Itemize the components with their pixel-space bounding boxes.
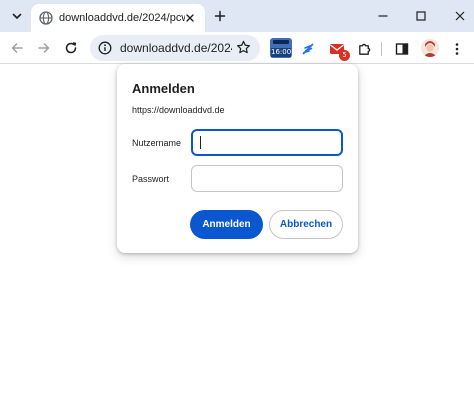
arrow-left-icon — [11, 43, 23, 53]
dialog-origin: https://downloaddvd.de — [132, 105, 225, 115]
active-tab[interactable]: downloaddvd.de/2024/pcwelt_d — [31, 4, 205, 32]
plus-icon — [214, 10, 226, 22]
clock-extension-cap — [273, 40, 289, 44]
side-panel-icon — [395, 43, 409, 55]
tab-close-button[interactable] — [183, 11, 197, 25]
profile-avatar[interactable] — [421, 39, 439, 57]
address-bar[interactable]: downloaddvd.de/2024/pcwelt... — [90, 35, 260, 61]
reload-button[interactable] — [61, 38, 81, 58]
back-button[interactable] — [7, 38, 27, 58]
password-input[interactable] — [191, 165, 343, 192]
more-vertical-icon — [455, 43, 459, 55]
browser-toolbar: downloaddvd.de/2024/pcwelt... 16:00 5 — [0, 32, 474, 64]
mail-badge: 5 — [339, 50, 350, 61]
menu-button[interactable] — [447, 39, 467, 59]
clock-extension-time: 16:00 — [271, 48, 292, 57]
toolbar-separator — [381, 42, 382, 56]
text-caret — [200, 136, 201, 149]
puzzle-icon — [358, 43, 370, 55]
mail-extension-button[interactable]: 5 — [327, 39, 350, 61]
feather-extension-button[interactable] — [298, 39, 318, 59]
sign-in-button[interactable]: Anmelden — [190, 210, 263, 239]
minimize-button[interactable] — [373, 6, 393, 26]
cancel-button[interactable]: Abbrechen — [269, 210, 343, 239]
username-input[interactable] — [191, 129, 343, 156]
info-icon[interactable] — [98, 41, 112, 55]
side-panel-button[interactable] — [392, 39, 412, 59]
globe-icon — [39, 11, 53, 25]
browser-window: downloaddvd.de/2024/pcwelt_d — [0, 0, 474, 416]
password-label: Passwort — [132, 174, 170, 184]
star-icon[interactable] — [236, 40, 251, 55]
maximize-button[interactable] — [411, 6, 431, 26]
arrow-right-icon — [38, 43, 50, 53]
clock-extension-button[interactable]: 16:00 — [270, 38, 292, 58]
username-label: Nutzername — [132, 138, 182, 148]
close-icon — [186, 14, 194, 22]
extensions-button[interactable] — [354, 39, 374, 59]
close-icon — [455, 11, 465, 21]
sign-in-dialog: Anmelden https://downloaddvd.de Nutzerna… — [117, 64, 358, 253]
avatar-icon — [421, 39, 439, 57]
maximize-icon — [416, 11, 426, 21]
new-tab-button[interactable] — [211, 7, 229, 25]
tab-title: downloaddvd.de/2024/pcwelt_d — [59, 12, 185, 24]
forward-button[interactable] — [34, 38, 54, 58]
close-window-button[interactable] — [450, 6, 470, 26]
minimize-icon — [378, 15, 388, 17]
feather-icon — [302, 43, 314, 55]
chevron-down-icon — [12, 13, 22, 19]
url-text: downloaddvd.de/2024/pcwelt... — [120, 41, 232, 55]
tab-strip: downloaddvd.de/2024/pcwelt_d — [0, 0, 474, 32]
dialog-title: Anmelden — [132, 81, 195, 96]
reload-icon — [65, 42, 77, 54]
tab-search-button[interactable] — [7, 6, 27, 26]
